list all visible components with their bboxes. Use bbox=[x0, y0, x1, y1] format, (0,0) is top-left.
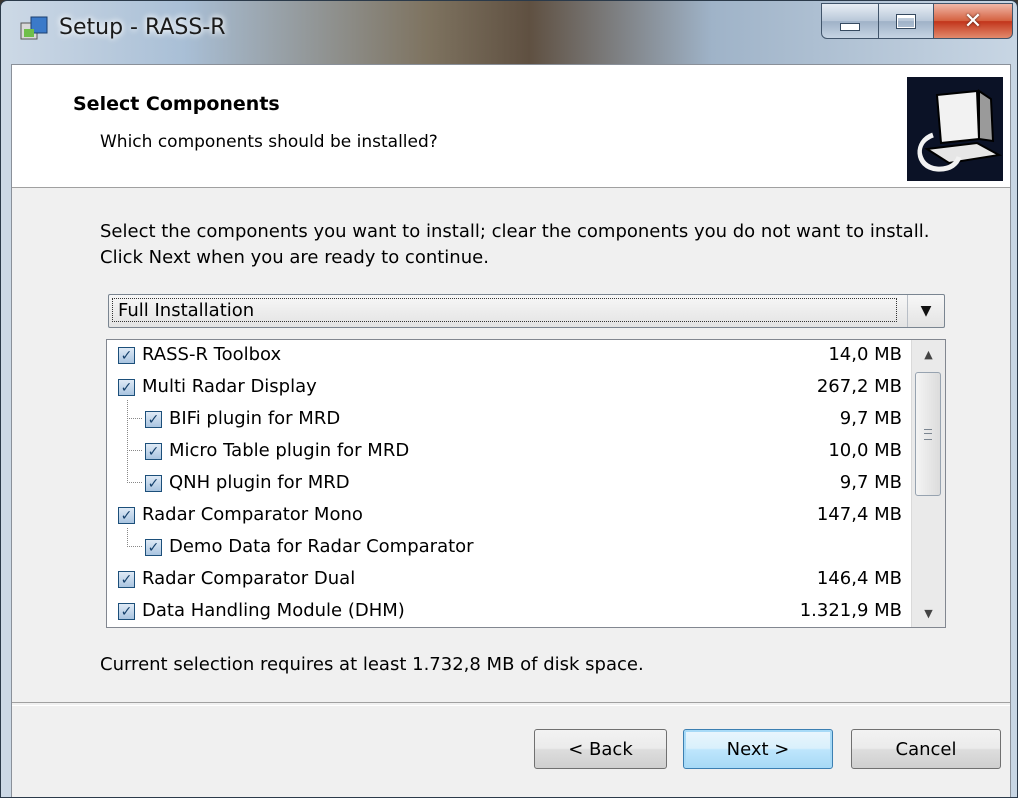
cancel-button-label: Cancel bbox=[895, 738, 957, 760]
component-label: QNH plugin for MRD bbox=[169, 472, 350, 493]
computer-install-icon bbox=[907, 77, 1003, 181]
checkbox[interactable]: ✓ bbox=[145, 539, 162, 556]
list-item[interactable]: ✓ BIFi plugin for MRD 9,7 MB bbox=[107, 406, 907, 438]
checkbox[interactable]: ✓ bbox=[145, 475, 162, 492]
setup-icon bbox=[20, 16, 48, 40]
next-button-label: Next > bbox=[726, 738, 790, 760]
wizard-header: Select Components Which components shoul… bbox=[12, 65, 1010, 188]
component-size: 10,0 MB bbox=[828, 440, 902, 461]
setup-window: Setup - RASS-R ✕ Select Components Which… bbox=[0, 0, 1018, 798]
vertical-scrollbar[interactable]: ▲ ▼ bbox=[911, 340, 945, 627]
component-label: Data Handling Module (DHM) bbox=[142, 600, 405, 621]
component-size: 146,4 MB bbox=[816, 568, 902, 589]
grip-icon bbox=[924, 428, 932, 440]
list-item[interactable]: ✓ Multi Radar Display 267,2 MB bbox=[107, 374, 907, 406]
component-label: Radar Comparator Mono bbox=[142, 504, 363, 525]
scrollbar-thumb[interactable] bbox=[915, 372, 941, 496]
component-size: 147,4 MB bbox=[816, 504, 902, 525]
component-size: 1.321,9 MB bbox=[799, 600, 902, 621]
component-label: Multi Radar Display bbox=[142, 376, 317, 397]
back-button-label: < Back bbox=[568, 738, 633, 760]
page-title: Select Components bbox=[73, 93, 280, 115]
component-size: 267,2 MB bbox=[816, 376, 902, 397]
wizard-body: Select Components Which components shoul… bbox=[11, 64, 1011, 797]
window-title: Setup - RASS-R bbox=[59, 15, 226, 40]
component-label: Demo Data for Radar Comparator bbox=[169, 536, 474, 557]
component-label: Radar Comparator Dual bbox=[142, 568, 356, 589]
checkbox[interactable]: ✓ bbox=[145, 411, 162, 428]
title-bar[interactable]: Setup - RASS-R ✕ bbox=[1, 1, 1017, 63]
component-label: Micro Table plugin for MRD bbox=[169, 440, 410, 461]
list-item[interactable]: ✓ Demo Data for Radar Comparator bbox=[107, 534, 907, 566]
checkbox[interactable]: ✓ bbox=[118, 603, 135, 620]
page-subtitle: Which components should be installed? bbox=[100, 132, 438, 152]
minimize-button[interactable] bbox=[821, 3, 879, 39]
component-size: 9,7 MB bbox=[839, 408, 902, 429]
list-item[interactable]: ✓ QNH plugin for MRD 9,7 MB bbox=[107, 470, 907, 502]
list-item[interactable]: ✓ RASS-R Toolbox 14,0 MB bbox=[107, 342, 907, 374]
checkbox[interactable]: ✓ bbox=[118, 507, 135, 524]
footer-separator bbox=[12, 702, 1010, 706]
component-label: RASS-R Toolbox bbox=[142, 344, 282, 365]
install-type-dropdown[interactable]: Full Installation ▼ bbox=[108, 294, 945, 328]
chevron-down-icon[interactable]: ▼ bbox=[907, 295, 944, 327]
close-button[interactable]: ✕ bbox=[933, 3, 1013, 39]
arrow-down-icon[interactable]: ▼ bbox=[912, 599, 945, 627]
maximize-button[interactable] bbox=[878, 3, 934, 39]
instructions-text: Select the components you want to instal… bbox=[100, 221, 930, 268]
checkbox[interactable]: ✓ bbox=[118, 347, 135, 364]
cancel-button[interactable]: Cancel bbox=[851, 729, 1001, 769]
close-icon: ✕ bbox=[963, 8, 983, 34]
minimize-icon bbox=[840, 23, 860, 31]
checkbox[interactable]: ✓ bbox=[118, 571, 135, 588]
component-label: BIFi plugin for MRD bbox=[169, 408, 341, 429]
components-list[interactable]: ✓ RASS-R Toolbox 14,0 MB ✓ Multi Radar D… bbox=[106, 339, 946, 628]
list-item[interactable]: ✓ Data Handling Module (DHM) 1.321,9 MB bbox=[107, 598, 907, 627]
install-type-value: Full Installation bbox=[112, 298, 897, 322]
list-item[interactable]: ✓ Micro Table plugin for MRD 10,0 MB bbox=[107, 438, 907, 470]
component-size: 14,0 MB bbox=[828, 344, 902, 365]
maximize-icon bbox=[896, 13, 916, 29]
list-item[interactable]: ✓ Radar Comparator Dual 146,4 MB bbox=[107, 566, 907, 598]
back-button[interactable]: < Back bbox=[534, 729, 667, 769]
next-button[interactable]: Next > bbox=[683, 729, 833, 769]
disk-space-note: Current selection requires at least 1.73… bbox=[100, 654, 644, 675]
arrow-up-icon[interactable]: ▲ bbox=[912, 340, 945, 368]
component-size: 9,7 MB bbox=[839, 472, 902, 493]
list-item[interactable]: ✓ Radar Comparator Mono 147,4 MB bbox=[107, 502, 907, 534]
checkbox[interactable]: ✓ bbox=[145, 443, 162, 460]
checkbox[interactable]: ✓ bbox=[118, 379, 135, 396]
